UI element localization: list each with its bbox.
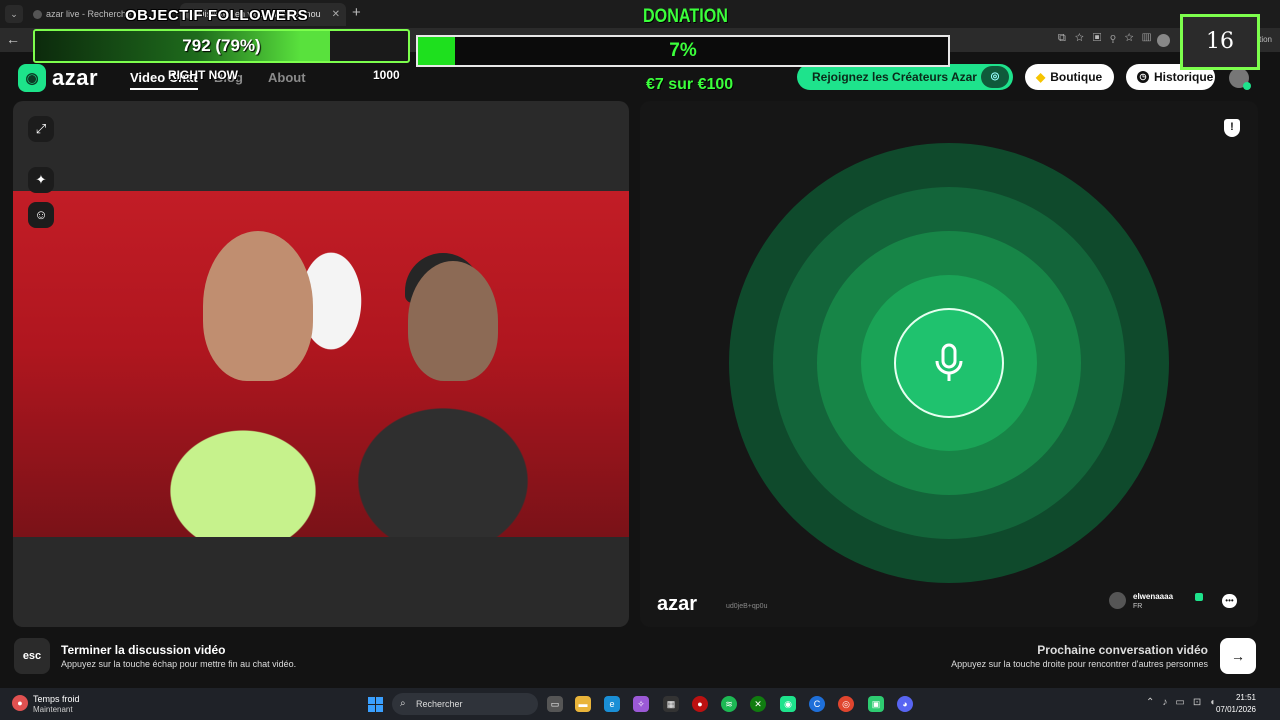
microphone-icon: [935, 343, 963, 381]
person-right: [408, 261, 498, 381]
back-arrow-icon[interactable]: ←: [6, 31, 20, 47]
screen: ⌄ azar live - Recherche Discutez en vidé…: [0, 0, 1280, 720]
followers-progress-bar: 792 (79%): [33, 29, 410, 63]
task-view-icon[interactable]: ▭: [547, 696, 563, 712]
windows-taskbar: ● Temps froid Maintenant ⌕ Rechercher ▭ …: [0, 688, 1280, 720]
close-icon[interactable]: ✕: [332, 3, 340, 26]
file-explorer-icon[interactable]: ▬: [575, 696, 591, 712]
boutique-label: Boutique: [1050, 70, 1103, 84]
face-filter-icon[interactable]: ☺: [28, 202, 54, 228]
clock-icon: ◷: [1137, 71, 1149, 83]
azar-logo-icon: ◉: [18, 64, 46, 92]
search-label: Rechercher: [416, 699, 463, 709]
store-icon[interactable]: ▦: [663, 696, 679, 712]
end-chat-title: Terminer la discussion vidéo: [61, 643, 226, 657]
edge-browser-icon[interactable]: e: [604, 696, 620, 712]
donation-title: DONATION: [643, 6, 728, 27]
donation-amount: €7 sur €100: [646, 76, 734, 93]
sparkle-effects-icon[interactable]: ✦: [28, 167, 54, 193]
esc-key-button[interactable]: esc: [14, 638, 50, 674]
discord-icon[interactable]: ◕: [897, 696, 913, 712]
person-left: [203, 231, 313, 381]
copilot-icon[interactable]: ✧: [633, 696, 649, 712]
system-tray-icons[interactable]: ⌃♪▭⊡◖: [1146, 697, 1223, 708]
donation-progress-bar: 7%: [416, 35, 950, 67]
app-c-icon[interactable]: C: [809, 696, 825, 712]
profile-avatar[interactable]: [1157, 34, 1170, 47]
taskbar-search[interactable]: ⌕ Rechercher: [392, 693, 538, 715]
tab-list-button[interactable]: ⌄: [5, 5, 23, 23]
peer-avatar[interactable]: [1109, 592, 1126, 609]
clock-time: 21:51: [1235, 693, 1256, 702]
self-camera-feed: [13, 191, 629, 537]
followers-goal-title: OBJECTIF FOLLOWERS: [125, 7, 309, 24]
next-chat-title: Prochaine conversation vidéo: [1037, 643, 1208, 657]
clock-date: 07/01/2026: [1215, 705, 1256, 714]
toolbar-icons[interactable]: ⧉☆▣⚲☆▥: [1058, 32, 1160, 45]
next-arrow-button[interactable]: →: [1220, 638, 1256, 674]
xbox-icon[interactable]: ✕: [750, 696, 766, 712]
chat-bubble-icon[interactable]: •••: [1222, 594, 1237, 608]
weather-subtitle: Maintenant: [33, 705, 73, 714]
windows-start-icon[interactable]: [368, 697, 383, 712]
nav-about[interactable]: About: [268, 70, 306, 85]
tab-title: azar live - Recherche: [46, 9, 132, 19]
new-tab-icon[interactable]: +: [352, 4, 361, 21]
creators-icon: ◎: [981, 66, 1009, 88]
weather-title: Temps froid: [33, 694, 80, 704]
followers-target: 1000: [373, 68, 400, 82]
boutique-button[interactable]: ◆ Boutique: [1025, 64, 1114, 90]
app-green-icon[interactable]: ▣: [868, 696, 884, 712]
nav-active-underline: [130, 88, 198, 90]
user-avatar-icon[interactable]: [1229, 68, 1251, 90]
azar-app-icon[interactable]: ◉: [780, 696, 796, 712]
session-id: ud0jeB+qp0u: [726, 603, 768, 610]
join-creators-button[interactable]: Rejoignez les Créateurs Azar ◎: [797, 64, 1013, 90]
spotify-icon[interactable]: ≋: [721, 696, 737, 712]
search-tab-icon: [33, 10, 42, 19]
weather-icon[interactable]: ●: [12, 695, 28, 711]
join-creators-label: Rejoignez les Créateurs Azar: [812, 70, 977, 84]
azar-logo[interactable]: ◉ azar: [18, 64, 98, 92]
peer-country: FR: [1133, 603, 1143, 610]
donation-percent: 7%: [669, 40, 697, 61]
remote-video-panel: ! azar ud0jeB+qp0u elwenaaaa FR •••: [640, 101, 1258, 627]
microphone-button[interactable]: [894, 308, 1004, 418]
self-video-panel: ⤢ ✦ ☺: [13, 101, 629, 627]
next-chat-hint: Appuyez sur la touche droite pour rencon…: [951, 659, 1208, 669]
gem-icon: ◆: [1036, 70, 1046, 84]
app-red-icon[interactable]: ●: [692, 696, 708, 712]
expand-icon[interactable]: ⤢: [28, 116, 54, 142]
stream-counter: 16: [1180, 14, 1260, 70]
followers-progress-text: 792 (79%): [182, 36, 261, 55]
search-icon: ⌕: [400, 698, 406, 709]
chrome-icon[interactable]: ◎: [838, 696, 854, 712]
logo-text: azar: [52, 65, 99, 90]
right-now-label: RIGHT NOW: [168, 68, 238, 82]
azar-watermark: azar: [657, 593, 698, 615]
peer-name: elwenaaaa: [1133, 592, 1174, 601]
end-chat-hint: Appuyez sur la touche échap pour mettre …: [61, 659, 297, 669]
verified-badge-icon: [1195, 593, 1203, 601]
report-shield-icon[interactable]: !: [1224, 119, 1240, 137]
